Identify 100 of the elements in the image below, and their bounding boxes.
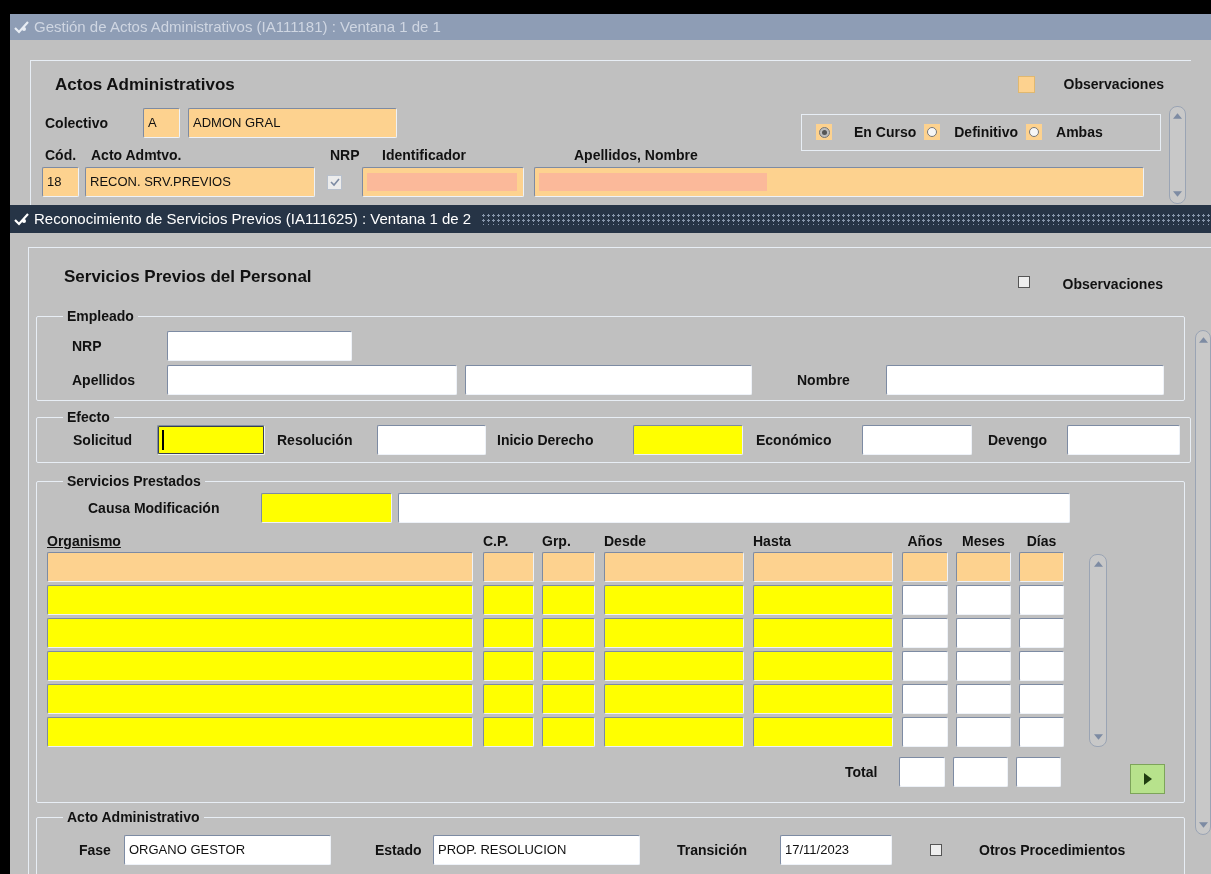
scrollbar[interactable] <box>1169 106 1186 204</box>
table-cell[interactable] <box>956 651 1011 681</box>
table-cell[interactable] <box>956 585 1011 615</box>
checkbox[interactable] <box>930 844 942 856</box>
input-field[interactable]: ORGANO GESTOR <box>124 835 331 865</box>
field-label: Devengo <box>988 430 1049 450</box>
table-cell[interactable] <box>47 717 473 747</box>
input-field[interactable] <box>167 331 352 361</box>
table-cell[interactable] <box>483 585 534 615</box>
table-cell[interactable] <box>483 717 534 747</box>
table-cell[interactable] <box>604 651 744 681</box>
radio-button[interactable] <box>927 127 938 137</box>
field-label: Nombre <box>797 370 851 390</box>
scroll-up-icon[interactable] <box>1198 337 1208 343</box>
input-field[interactable] <box>465 365 752 395</box>
table-cell[interactable] <box>753 618 893 648</box>
checkbox[interactable] <box>1017 76 1035 93</box>
app-icon <box>14 212 30 226</box>
table-cell[interactable] <box>483 651 534 681</box>
table-cell[interactable] <box>1019 552 1064 582</box>
table-cell[interactable] <box>483 552 534 582</box>
input-field[interactable]: A <box>143 108 180 138</box>
table-cell[interactable] <box>956 618 1011 648</box>
table-cell[interactable] <box>956 552 1011 582</box>
input-field[interactable]: PROP. RESOLUCION <box>433 835 640 865</box>
checkbox[interactable] <box>1017 276 1030 288</box>
table-cell[interactable] <box>604 552 744 582</box>
table-cell[interactable] <box>604 618 744 648</box>
input-field[interactable] <box>633 425 743 455</box>
checkbox[interactable] <box>327 174 342 190</box>
input-field[interactable] <box>157 425 265 455</box>
column-header: C.P. <box>483 532 510 551</box>
table-cell[interactable] <box>1019 618 1064 648</box>
radio-button[interactable] <box>1029 127 1039 137</box>
section-heading: Actos Administrativos <box>55 73 235 96</box>
table-cell[interactable] <box>542 585 595 615</box>
input-field[interactable] <box>167 365 457 395</box>
table-cell[interactable] <box>483 618 534 648</box>
table-cell[interactable] <box>1019 585 1064 615</box>
table-cell[interactable] <box>47 684 473 714</box>
column-header: Grp. <box>542 532 572 551</box>
table-cell[interactable] <box>1019 651 1064 681</box>
table-cell[interactable] <box>902 585 948 615</box>
table-cell[interactable] <box>902 651 948 681</box>
scrollbar[interactable] <box>1089 554 1107 747</box>
scroll-up-icon[interactable] <box>1093 561 1103 567</box>
scroll-up-icon[interactable] <box>1173 113 1182 119</box>
table-cell[interactable] <box>604 717 744 747</box>
field-label: Colectivo <box>45 113 109 133</box>
column-header: Identificador <box>382 146 467 165</box>
window-title: Gestión de Actos Administrativos (IA111181) : Ventana 1 de 1 <box>34 16 441 37</box>
input-field[interactable] <box>899 757 945 787</box>
table-cell[interactable] <box>902 717 948 747</box>
table-cell[interactable] <box>47 651 473 681</box>
input-field[interactable]: RECON. SRV.PREVIOS <box>85 167 315 197</box>
table-cell[interactable] <box>753 717 893 747</box>
table-cell[interactable] <box>604 684 744 714</box>
table-cell[interactable] <box>956 684 1011 714</box>
table-cell[interactable] <box>1019 717 1064 747</box>
input-field[interactable] <box>1067 425 1180 455</box>
input-field[interactable] <box>862 425 972 455</box>
table-cell[interactable] <box>542 651 595 681</box>
input-field[interactable] <box>953 757 1008 787</box>
input-field[interactable]: 18 <box>42 167 79 197</box>
table-cell[interactable] <box>902 684 948 714</box>
scrollbar[interactable] <box>1195 330 1211 835</box>
input-field[interactable] <box>362 167 524 197</box>
table-cell[interactable] <box>47 552 473 582</box>
table-cell[interactable] <box>542 618 595 648</box>
field-label: Observaciones <box>1063 75 1164 94</box>
table-cell[interactable] <box>47 618 473 648</box>
input-field[interactable] <box>377 425 486 455</box>
table-cell[interactable] <box>542 717 595 747</box>
table-cell[interactable] <box>753 684 893 714</box>
app-icon <box>14 20 30 34</box>
input-field[interactable]: ADMON GRAL <box>188 108 397 138</box>
table-cell[interactable] <box>542 552 595 582</box>
input-field[interactable]: 17/11/2023 <box>780 835 892 865</box>
input-field[interactable] <box>886 365 1164 395</box>
table-cell[interactable] <box>47 585 473 615</box>
table-cell[interactable] <box>753 585 893 615</box>
table-cell[interactable] <box>483 684 534 714</box>
input-field[interactable] <box>261 493 392 523</box>
table-cell[interactable] <box>956 717 1011 747</box>
table-cell[interactable] <box>753 651 893 681</box>
table-cell[interactable] <box>542 684 595 714</box>
table-cell[interactable] <box>604 585 744 615</box>
scroll-down-icon[interactable] <box>1198 822 1208 828</box>
next-button[interactable] <box>1130 764 1165 794</box>
input-field[interactable] <box>398 493 1070 523</box>
table-cell[interactable] <box>1019 684 1064 714</box>
scroll-down-icon[interactable] <box>1173 191 1182 197</box>
table-cell[interactable] <box>753 552 893 582</box>
scroll-down-icon[interactable] <box>1093 734 1103 740</box>
table-cell[interactable] <box>902 552 948 582</box>
input-field[interactable] <box>1016 757 1061 787</box>
radio-button[interactable] <box>818 126 830 138</box>
table-cell[interactable] <box>902 618 948 648</box>
field-label: Otros Procedimientos <box>979 840 1126 860</box>
input-field[interactable] <box>534 167 1144 197</box>
